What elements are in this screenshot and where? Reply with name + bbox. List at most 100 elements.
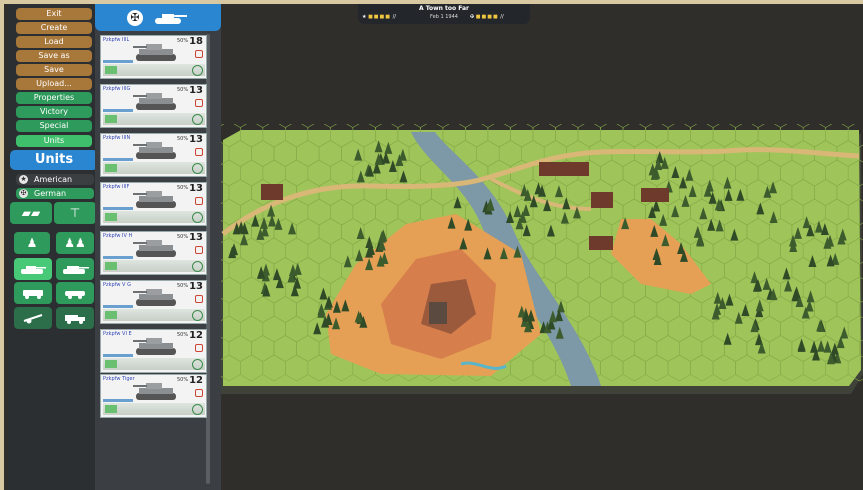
category-truck[interactable] (56, 307, 94, 329)
unit-stats-bar (103, 113, 205, 125)
load-button[interactable]: Load (16, 36, 92, 48)
unit-card[interactable]: Pzkpfw IIIF 50% 13 (100, 182, 207, 226)
save-as-button[interactable]: Save as (16, 50, 92, 62)
category-machine-gun[interactable]: ⊤ (54, 202, 96, 224)
building (641, 188, 669, 202)
category-tank-light[interactable] (14, 258, 52, 280)
unit-cost: 12 (189, 330, 203, 341)
unit-stats-bar (103, 358, 205, 370)
editor-menu: Exit Create Load Save as Save Upload... … (8, 4, 98, 490)
unit-cost: 13 (189, 281, 203, 292)
soldiers-icon: ♟♟ (64, 236, 86, 250)
category-infantry-squad[interactable]: ♟ (14, 232, 50, 254)
unit-name: Pzkpfw IIIF (103, 184, 130, 190)
weapon-icon (195, 99, 203, 107)
unit-stats-bar (103, 211, 205, 223)
unit-card[interactable]: Pzkpfw IIIL 50% 18 (100, 35, 207, 79)
unit-name: Pzkpfw IV H (103, 233, 133, 239)
nation-german[interactable]: ✠ German (16, 188, 94, 199)
upload-button[interactable]: Upload... (16, 78, 92, 90)
iron-cross-icon: ✠ (470, 14, 475, 20)
unit-card[interactable]: Pzkpfw IIIN 50% 13 (100, 133, 207, 177)
allied-pips: ■■■■ (368, 14, 391, 20)
unit-card[interactable]: Pzkpfw IIIG 50% 13 (100, 84, 207, 128)
unit-cost: 13 (189, 183, 203, 194)
selected-nation-tab[interactable]: ✠ (95, 4, 221, 31)
unit-stats-bar (103, 403, 205, 415)
unit-stats-bar (103, 162, 205, 174)
tank-portrait-icon (133, 44, 176, 61)
iron-cross-icon: ✠ (19, 189, 28, 198)
soldier-icon: ♟ (26, 236, 38, 250)
allied-status: ★ ■■■■ // (362, 14, 396, 21)
unit-stat-stripe (103, 256, 133, 259)
tank-portrait-icon (133, 289, 176, 306)
weapon-icon (195, 295, 203, 303)
weapon-icon (195, 197, 203, 205)
unit-name: Pzkpfw VI E (103, 331, 132, 337)
heavy-tank-icon (63, 266, 89, 274)
weapon-icon (195, 389, 203, 397)
hex-map[interactable] (221, 124, 863, 424)
nation-german-label: German (34, 189, 67, 198)
category-armored-car[interactable] (56, 282, 94, 304)
category-artillery[interactable] (14, 307, 52, 329)
unit-stat-stripe (103, 158, 133, 161)
unit-card[interactable]: Pzkpfw Tiger 50% 12 (100, 374, 207, 418)
unit-cost: 13 (189, 134, 203, 145)
category-infantry-team[interactable]: ♟♟ (56, 232, 94, 254)
weapon-icon (195, 344, 203, 352)
tank-portrait-icon (133, 142, 176, 159)
special-button[interactable]: Special (16, 120, 92, 132)
halftrack-icon (23, 290, 43, 299)
unit-cost: 18 (189, 36, 203, 47)
unit-cost: 12 (189, 375, 203, 386)
unit-name: Pzkpfw IIIN (103, 135, 131, 141)
scenario-title: A Town too Far (418, 5, 469, 12)
tank-portrait-icon (133, 338, 176, 355)
tower-ruin (429, 302, 447, 324)
units-button[interactable]: Units (16, 135, 92, 147)
category-halftrack[interactable] (14, 282, 52, 304)
tank-portrait-icon (133, 383, 176, 400)
exit-button[interactable]: Exit (16, 8, 92, 20)
unit-card[interactable]: Pzkpfw VI E 50% 12 (100, 329, 207, 373)
category-tank-heavy[interactable] (56, 258, 94, 280)
unit-stat-stripe (103, 354, 133, 357)
star-icon: ★ (362, 14, 367, 20)
units-panel-title: Units (10, 150, 98, 170)
properties-button[interactable]: Properties (16, 92, 92, 104)
unit-stat-stripe (103, 399, 133, 402)
armored-car-icon (65, 291, 85, 299)
unit-stats-bar (103, 260, 205, 272)
tank-icon (21, 266, 46, 274)
category-infantry-heavy-weapons[interactable]: ▰▰ (10, 202, 52, 224)
building (261, 184, 283, 200)
artillery-icon (23, 314, 43, 324)
unit-stats-bar (103, 64, 205, 76)
unit-name: Pzkpfw Tiger (103, 376, 135, 382)
building (591, 192, 613, 208)
infantry-column-icon: ▰▰ (21, 206, 41, 220)
building (539, 162, 589, 176)
unit-cost: 13 (189, 85, 203, 96)
tank-icon (155, 13, 187, 24)
unit-name: Pzkpfw V G (103, 282, 131, 288)
save-button[interactable]: Save (16, 64, 92, 76)
victory-button[interactable]: Victory (16, 106, 92, 118)
nation-american[interactable]: ★ American (16, 174, 94, 185)
tank-portrait-icon (133, 93, 176, 110)
unit-stat-stripe (103, 305, 133, 308)
unit-card[interactable]: Pzkpfw V G 50% 13 (100, 280, 207, 324)
unit-cost: 13 (189, 232, 203, 243)
weapon-icon (195, 148, 203, 156)
unit-card[interactable]: Pzkpfw IV H 50% 13 (100, 231, 207, 275)
axis-pips: ■■■■ (475, 14, 499, 20)
unit-name: Pzkpfw IIIL (103, 37, 130, 43)
axis-marks: // (500, 14, 504, 20)
create-button[interactable]: Create (16, 22, 92, 34)
weapon-icon (195, 50, 203, 58)
game-window: Exit Create Load Save as Save Upload... … (4, 4, 863, 490)
scenario-info-plate: A Town too Far Feb 1 1944 ★ ■■■■ // ✠ ■■… (358, 4, 530, 24)
allied-marks: // (392, 14, 396, 20)
